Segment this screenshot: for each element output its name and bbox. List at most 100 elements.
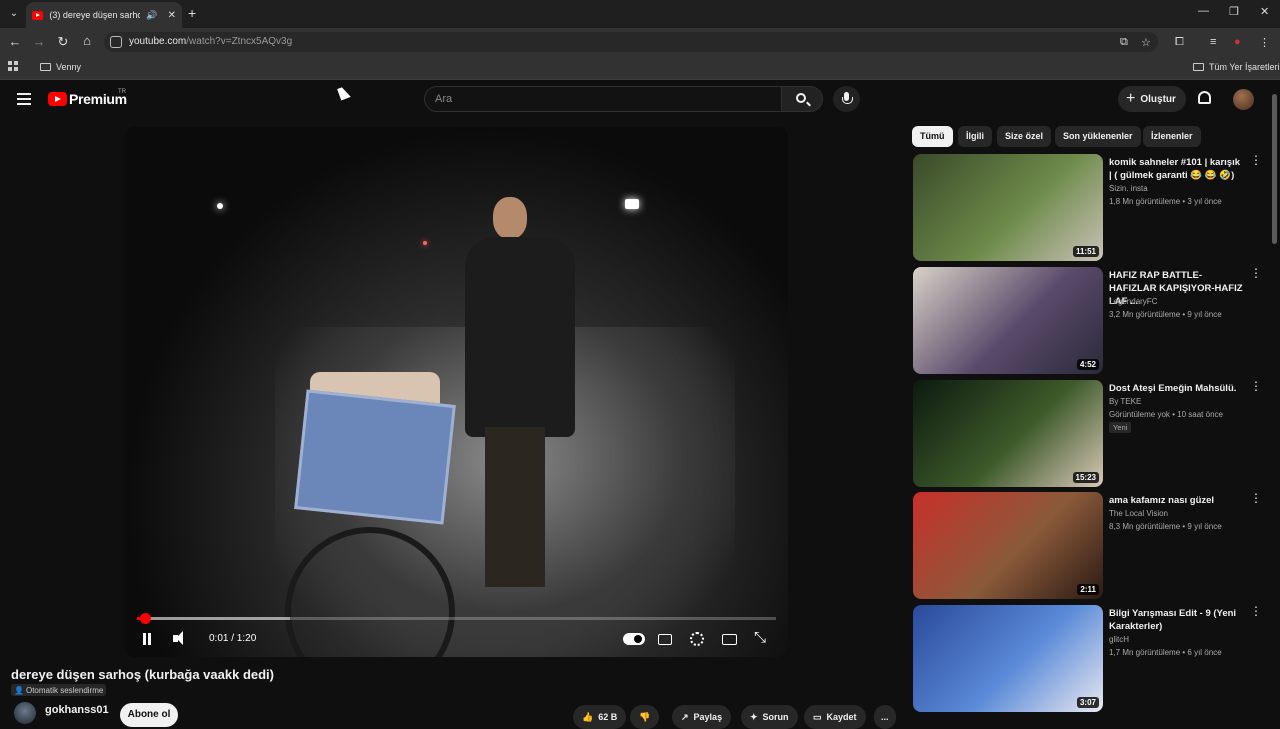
video-thumbnail[interactable]: 11:51 — [913, 154, 1103, 261]
video-player[interactable]: 0:01 / 1:20 — [125, 127, 788, 657]
url-text[interactable]: youtube.com/watch?v=Ztncx5AQv3g — [129, 36, 292, 47]
rec-channel[interactable]: glitcH — [1109, 635, 1129, 644]
rec-channel[interactable]: By TEKE — [1109, 397, 1141, 406]
recommendation-item[interactable]: 11:51 komik sahneler #101 | karışık | ( … — [913, 154, 1263, 262]
media-control-icon[interactable]: ≡ — [1210, 36, 1216, 48]
forward-icon[interactable]: → — [31, 34, 47, 49]
more-vert-icon[interactable]: ⋮ — [1250, 154, 1262, 170]
site-info-icon[interactable] — [110, 36, 122, 48]
all-bookmarks-button[interactable]: Tüm Yer İşaretleri — [1193, 62, 1280, 72]
share-button[interactable]: ↗ Paylaş — [672, 705, 732, 729]
recommendation-item[interactable]: 3:07 Bilgi Yarışması Edit - 9 (Yeni Kara… — [913, 605, 1263, 713]
more-vert-icon[interactable]: ⋮ — [1250, 605, 1262, 621]
rec-title[interactable]: ama kafamız nası güzel — [1109, 494, 1245, 507]
video-thumbnail[interactable]: 3:07 — [913, 605, 1103, 712]
guide-menu-icon[interactable] — [17, 93, 31, 105]
chip-related[interactable]: İlgili — [958, 126, 992, 147]
channel-avatar[interactable] — [14, 702, 36, 724]
rec-channel[interactable]: LegendaryFC — [1109, 297, 1157, 306]
theater-mode-icon[interactable] — [722, 634, 737, 645]
back-icon[interactable]: ← — [7, 34, 23, 49]
rec-title[interactable]: Dost Ateşi Emeğin Mahsülü. — [1109, 382, 1245, 395]
search-button[interactable] — [781, 86, 823, 112]
reload-icon[interactable]: ↻ — [55, 34, 71, 50]
auto-dub-badge[interactable]: 👤 Otomatik seslendirme — [11, 684, 107, 696]
thumbs-up-icon: 👍 — [582, 711, 594, 722]
sparkle-icon: ✦ — [750, 711, 758, 722]
notifications-icon[interactable] — [1198, 91, 1211, 104]
create-button[interactable]: + Oluştur — [1118, 86, 1186, 112]
duration-badge: 11:51 — [1072, 246, 1099, 257]
region-code: TR — [118, 89, 126, 95]
recommendation-item[interactable]: 4:52 HAFIZ RAP BATTLE-HAFIZLAR KAPIŞIYOR… — [913, 267, 1263, 375]
rec-channel[interactable]: The Local Vision — [1109, 509, 1168, 518]
chip-watched[interactable]: İzlenenler — [1143, 126, 1201, 147]
more-vert-icon[interactable]: ⋮ — [1250, 267, 1262, 283]
duration-badge: 4:52 — [1076, 359, 1099, 370]
subscribe-button[interactable]: Abone ol — [120, 703, 178, 727]
man-figure — [465, 197, 575, 587]
profile-icon[interactable]: ● — [1234, 36, 1241, 48]
tab-search-chevron-icon[interactable]: ⌄ — [6, 6, 22, 22]
maximize-icon[interactable]: ❐ — [1229, 5, 1239, 18]
page-scrollbar[interactable] — [1271, 84, 1278, 720]
bookmark-folder-venny[interactable]: Venny — [40, 62, 81, 72]
rec-meta: 8,3 Mn görüntüleme • 9 yıl önce — [1109, 522, 1222, 531]
browser-tab[interactable]: (3) dereye düşen sarhoş (kurbağa vaakk d… — [26, 2, 182, 28]
rec-title[interactable]: komik sahneler #101 | karışık | ( gülmek… — [1109, 156, 1245, 182]
duration-badge: 3:07 — [1076, 697, 1099, 708]
chip-all[interactable]: Tümü — [912, 126, 953, 147]
recommendation-item[interactable]: 15:23 Dost Ateşi Emeğin Mahsülü. By TEKE… — [913, 380, 1263, 488]
voice-search-icon[interactable] — [833, 86, 860, 112]
rec-meta: 3,2 Mn görüntüleme • 9 yıl önce — [1109, 310, 1222, 319]
account-avatar[interactable] — [1233, 89, 1254, 110]
video-thumbnail[interactable]: 4:52 — [913, 267, 1103, 374]
tab-audio-icon[interactable]: 🔊 — [146, 10, 157, 21]
scrubber-handle[interactable] — [139, 613, 151, 624]
more-vert-icon[interactable]: ⋮ — [1250, 492, 1262, 508]
home-icon[interactable]: ⌂ — [79, 33, 95, 48]
like-button[interactable]: 👍 62 B — [573, 705, 627, 729]
new-tab-icon[interactable]: + — [188, 5, 196, 21]
rec-channel[interactable]: Sizin. insta — [1109, 184, 1148, 193]
chip-recent[interactable]: Son yüklenenler — [1055, 126, 1141, 147]
more-vert-icon[interactable]: ⋮ — [1250, 380, 1262, 396]
autoplay-toggle[interactable] — [623, 633, 645, 645]
rec-meta: 1,7 Mn görüntüleme • 6 yıl önce — [1109, 648, 1222, 657]
ask-button[interactable]: ✦ Sorun — [741, 705, 798, 729]
mouse-cursor-icon — [337, 85, 351, 101]
search-input[interactable]: Ara — [424, 86, 782, 112]
minimize-icon[interactable]: — — [1198, 5, 1209, 17]
bookmarks-bar — [0, 56, 1280, 80]
video-thumbnail[interactable]: 2:11 — [913, 492, 1103, 599]
close-window-icon[interactable]: ✕ — [1260, 5, 1269, 18]
extensions-icon[interactable]: ⧠ — [1175, 36, 1184, 49]
progress-bar[interactable] — [137, 613, 776, 624]
search-icon — [796, 93, 806, 103]
subtitles-icon[interactable] — [658, 634, 672, 645]
cast-icon[interactable]: ⧉ — [1120, 36, 1128, 49]
youtube-favicon-icon — [32, 10, 44, 20]
rec-title[interactable]: Bilgi Yarışması Edit - 9 (Yeni Karakterl… — [1109, 607, 1245, 633]
volume-icon[interactable] — [173, 630, 189, 648]
apps-grid-icon[interactable] — [8, 61, 18, 71]
channel-name[interactable]: gokhanss01 — [45, 704, 109, 716]
new-badge: Yeni — [1109, 422, 1132, 433]
settings-gear-icon[interactable] — [690, 632, 704, 646]
bookmark-star-icon[interactable]: ☆ — [1141, 36, 1151, 49]
pause-icon[interactable] — [141, 630, 153, 648]
chip-for-you[interactable]: Size özel — [997, 126, 1052, 147]
save-button[interactable]: ▭ Kaydet — [804, 705, 866, 729]
folder-icon — [40, 63, 51, 71]
recommendation-item[interactable]: 2:11 ama kafamız nası güzel The Local Vi… — [913, 492, 1263, 600]
share-icon: ↗ — [681, 711, 689, 722]
browser-menu-icon[interactable]: ⋮ — [1259, 36, 1270, 49]
youtube-logo-icon[interactable] — [48, 92, 67, 106]
video-thumbnail[interactable]: 15:23 — [913, 380, 1103, 487]
more-actions-button[interactable]: ... — [874, 705, 896, 729]
tab-close-icon[interactable]: ✕ — [168, 10, 176, 21]
fullscreen-icon[interactable] — [754, 629, 768, 646]
dislike-button[interactable]: 👎 — [630, 705, 660, 729]
person-voice-icon: 👤 — [14, 685, 24, 695]
plus-icon: + — [1126, 90, 1136, 107]
